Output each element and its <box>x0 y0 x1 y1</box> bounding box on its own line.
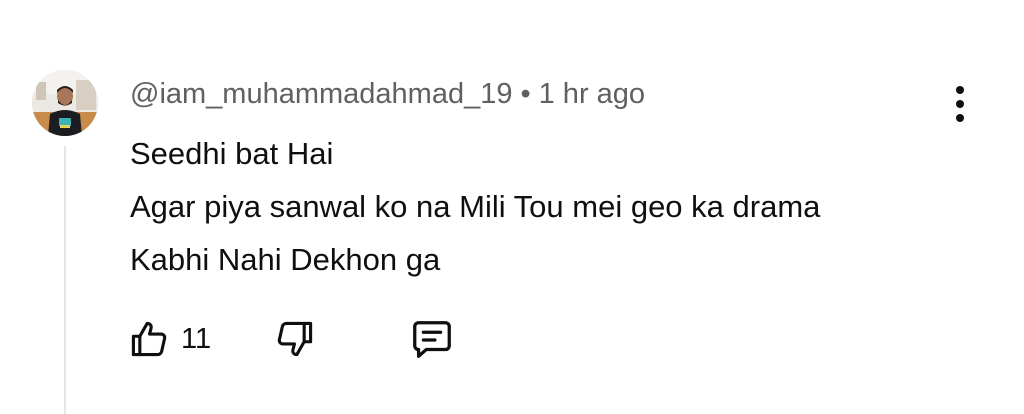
avatar-image <box>32 70 98 136</box>
like-count: 11 <box>181 322 212 355</box>
dislike-button[interactable] <box>273 316 317 362</box>
thread-line <box>64 146 66 414</box>
avatar[interactable] <box>32 70 98 136</box>
timestamp: 1 hr ago <box>538 78 646 110</box>
more-vertical-icon <box>956 86 964 94</box>
comment-line: Seedhi bat Hai <box>130 136 334 171</box>
more-options-button[interactable] <box>944 82 976 126</box>
more-vertical-icon-dot <box>956 100 964 108</box>
thumbs-down-icon <box>277 321 313 357</box>
comment-reply-icon <box>413 321 451 358</box>
separator-dot: • <box>520 78 531 110</box>
more-vertical-icon-dot <box>956 114 964 122</box>
comment-item: @iam_muhammadahmad_19 • 1 hr ago Seedhi ba… <box>0 0 1024 414</box>
reply-button[interactable] <box>409 316 455 362</box>
comment-line: Kabhi Nahi Dekhon ga <box>130 242 441 277</box>
comment-line: Agar piya sanwal ko na Mili Tou mei geo … <box>130 189 821 224</box>
comment-header: @iam_muhammadahmad_19 • 1 hr ago <box>130 74 645 114</box>
thumbs-up-icon <box>131 321 167 357</box>
like-button[interactable]: 11 <box>127 316 211 362</box>
username[interactable]: @iam_muhammadahmad_19 <box>130 78 512 110</box>
comment-text: Seedhi bat Hai Agar piya sanwal ko na Mi… <box>130 127 820 286</box>
